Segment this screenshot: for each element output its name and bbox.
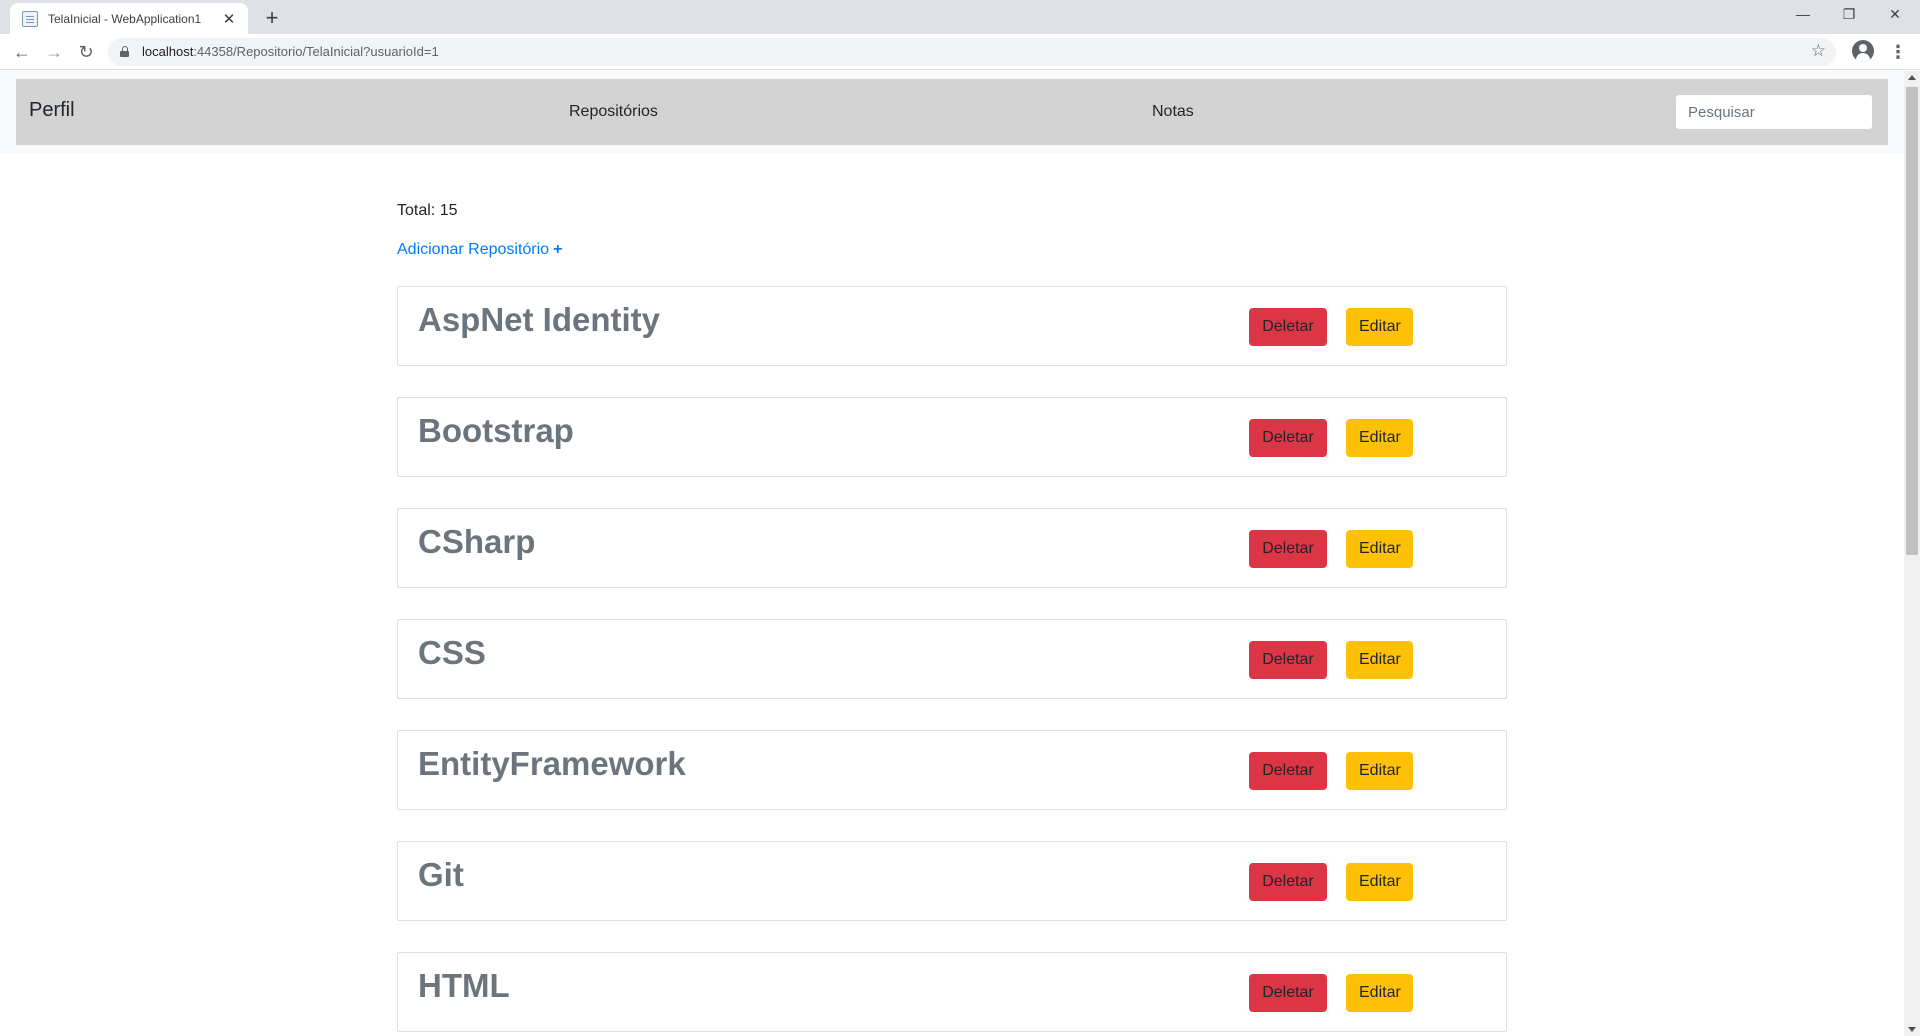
forward-arrow-icon[interactable]: → [40, 38, 68, 66]
repository-card: Bootstrap Deletar Editar [397, 397, 1507, 477]
delete-button[interactable]: Deletar [1249, 863, 1327, 901]
delete-button[interactable]: Deletar [1249, 308, 1327, 346]
edit-button[interactable]: Editar [1346, 419, 1413, 457]
delete-button[interactable]: Deletar [1249, 641, 1327, 679]
repository-title: CSS [418, 634, 486, 671]
page-scrollbar[interactable] [1904, 71, 1920, 1036]
edit-button[interactable]: Editar [1346, 863, 1413, 901]
repository-card: Git Deletar Editar [397, 841, 1507, 921]
address-bar[interactable]: localhost:44358/Repositorio/TelaInicial?… [108, 38, 1836, 66]
repository-title: AspNet Identity [418, 301, 661, 338]
browser-menu-icon[interactable]: ⋮ [1888, 38, 1908, 66]
restore-window-button[interactable]: ❐ [1826, 0, 1872, 30]
browser-tab[interactable]: TelaInicial - WebApplication1 ✕ [10, 3, 248, 34]
repository-card: CSharp Deletar Editar [397, 508, 1507, 588]
close-tab-icon[interactable]: ✕ [220, 10, 238, 28]
repository-card: AspNet Identity Deletar Editar [397, 286, 1507, 366]
tab-title: TelaInicial - WebApplication1 [48, 11, 202, 26]
browser-tabstrip: TelaInicial - WebApplication1 ✕ + — ❐ ✕ [0, 0, 1920, 34]
edit-button[interactable]: Editar [1346, 641, 1413, 679]
scroll-down-arrow-icon[interactable] [1908, 1027, 1916, 1032]
nav-link-repositorios[interactable]: Repositórios [569, 103, 658, 121]
edit-button[interactable]: Editar [1346, 752, 1413, 790]
main-content: Total: 15 Adicionar Repositório + AspNet … [397, 202, 1507, 1032]
edit-button[interactable]: Editar [1346, 308, 1413, 346]
repository-title: EntityFramework [418, 745, 686, 782]
header: Perfil Repositórios Notas [0, 71, 1904, 153]
repository-card: EntityFramework Deletar Editar [397, 730, 1507, 810]
new-tab-button[interactable]: + [258, 4, 286, 32]
page-viewport: Perfil Repositórios Notas Total: 15 Adic… [0, 71, 1904, 1036]
plus-icon: + [553, 241, 563, 258]
nav-link-notas[interactable]: Notas [1152, 103, 1194, 121]
repository-title: CSharp [418, 523, 536, 560]
edit-button[interactable]: Editar [1346, 974, 1413, 1012]
repository-title: Git [418, 856, 464, 893]
browser-toolbar: ← → ↻ localhost:44358/Repositorio/TelaIn… [0, 34, 1920, 70]
reload-icon[interactable]: ↻ [72, 38, 100, 66]
close-window-button[interactable]: ✕ [1872, 0, 1918, 30]
repository-card: CSS Deletar Editar [397, 619, 1507, 699]
delete-button[interactable]: Deletar [1249, 974, 1327, 1012]
url-text[interactable]: localhost:44358/Repositorio/TelaInicial?… [142, 44, 439, 59]
edit-button[interactable]: Editar [1346, 530, 1413, 568]
page-favicon-icon [22, 10, 38, 27]
delete-button[interactable]: Deletar [1249, 419, 1327, 457]
bookmark-star-icon[interactable]: ☆ [1811, 41, 1826, 61]
repository-title: Bootstrap [418, 412, 574, 449]
profile-avatar-icon[interactable] [1852, 40, 1874, 62]
delete-button[interactable]: Deletar [1249, 752, 1327, 790]
lock-icon[interactable] [120, 46, 129, 57]
scrollbar-thumb[interactable] [1906, 87, 1918, 555]
repository-title: HTML [418, 967, 510, 1004]
repository-card: HTML Deletar Editar [397, 952, 1507, 1032]
navbar-brand-perfil[interactable]: Perfil [29, 99, 75, 122]
delete-button[interactable]: Deletar [1249, 530, 1327, 568]
scroll-up-arrow-icon[interactable] [1908, 75, 1916, 80]
navbar: Perfil Repositórios Notas [16, 79, 1888, 145]
search-input[interactable] [1675, 94, 1873, 130]
add-repository-link[interactable]: Adicionar Repositório + [397, 241, 562, 259]
minimize-window-button[interactable]: — [1780, 0, 1826, 30]
back-arrow-icon[interactable]: ← [8, 38, 36, 66]
total-count: Total: 15 [397, 202, 458, 219]
